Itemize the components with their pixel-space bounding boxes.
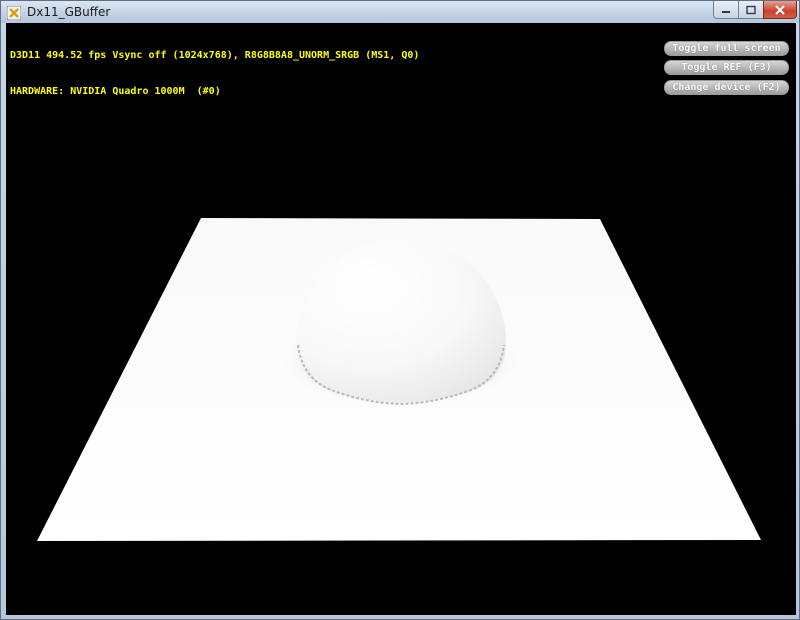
stats-line-1: D3D11 494.52 fps Vsync off (1024x768), R… [10,50,420,61]
title-bar[interactable]: Dx11_GBuffer [1,1,799,23]
close-button[interactable] [763,1,797,19]
window-title: Dx11_GBuffer [27,5,111,19]
toggle-ref-button[interactable]: Toggle REF (F3) [664,60,789,75]
minimize-icon [722,10,730,13]
toggle-fullscreen-button[interactable]: Toggle full screen [664,41,789,56]
perf-stats: D3D11 494.52 fps Vsync off (1024x768), R… [10,26,419,122]
minimize-button[interactable] [713,1,739,19]
app-window: Dx11_GBuffer D3D11 494.52 fps Vsync off … [0,0,800,620]
change-device-button[interactable]: Change device (F2) [664,80,789,95]
render-viewport[interactable]: D3D11 494.52 fps Vsync off (1024x768), R… [6,23,796,615]
close-icon [775,4,785,15]
maximize-button[interactable] [738,1,764,19]
dx-app-icon [6,5,22,21]
stats-line-2: HARDWARE: NVIDIA Quadro 1000M (#0) [10,86,221,97]
maximize-icon [746,5,756,14]
